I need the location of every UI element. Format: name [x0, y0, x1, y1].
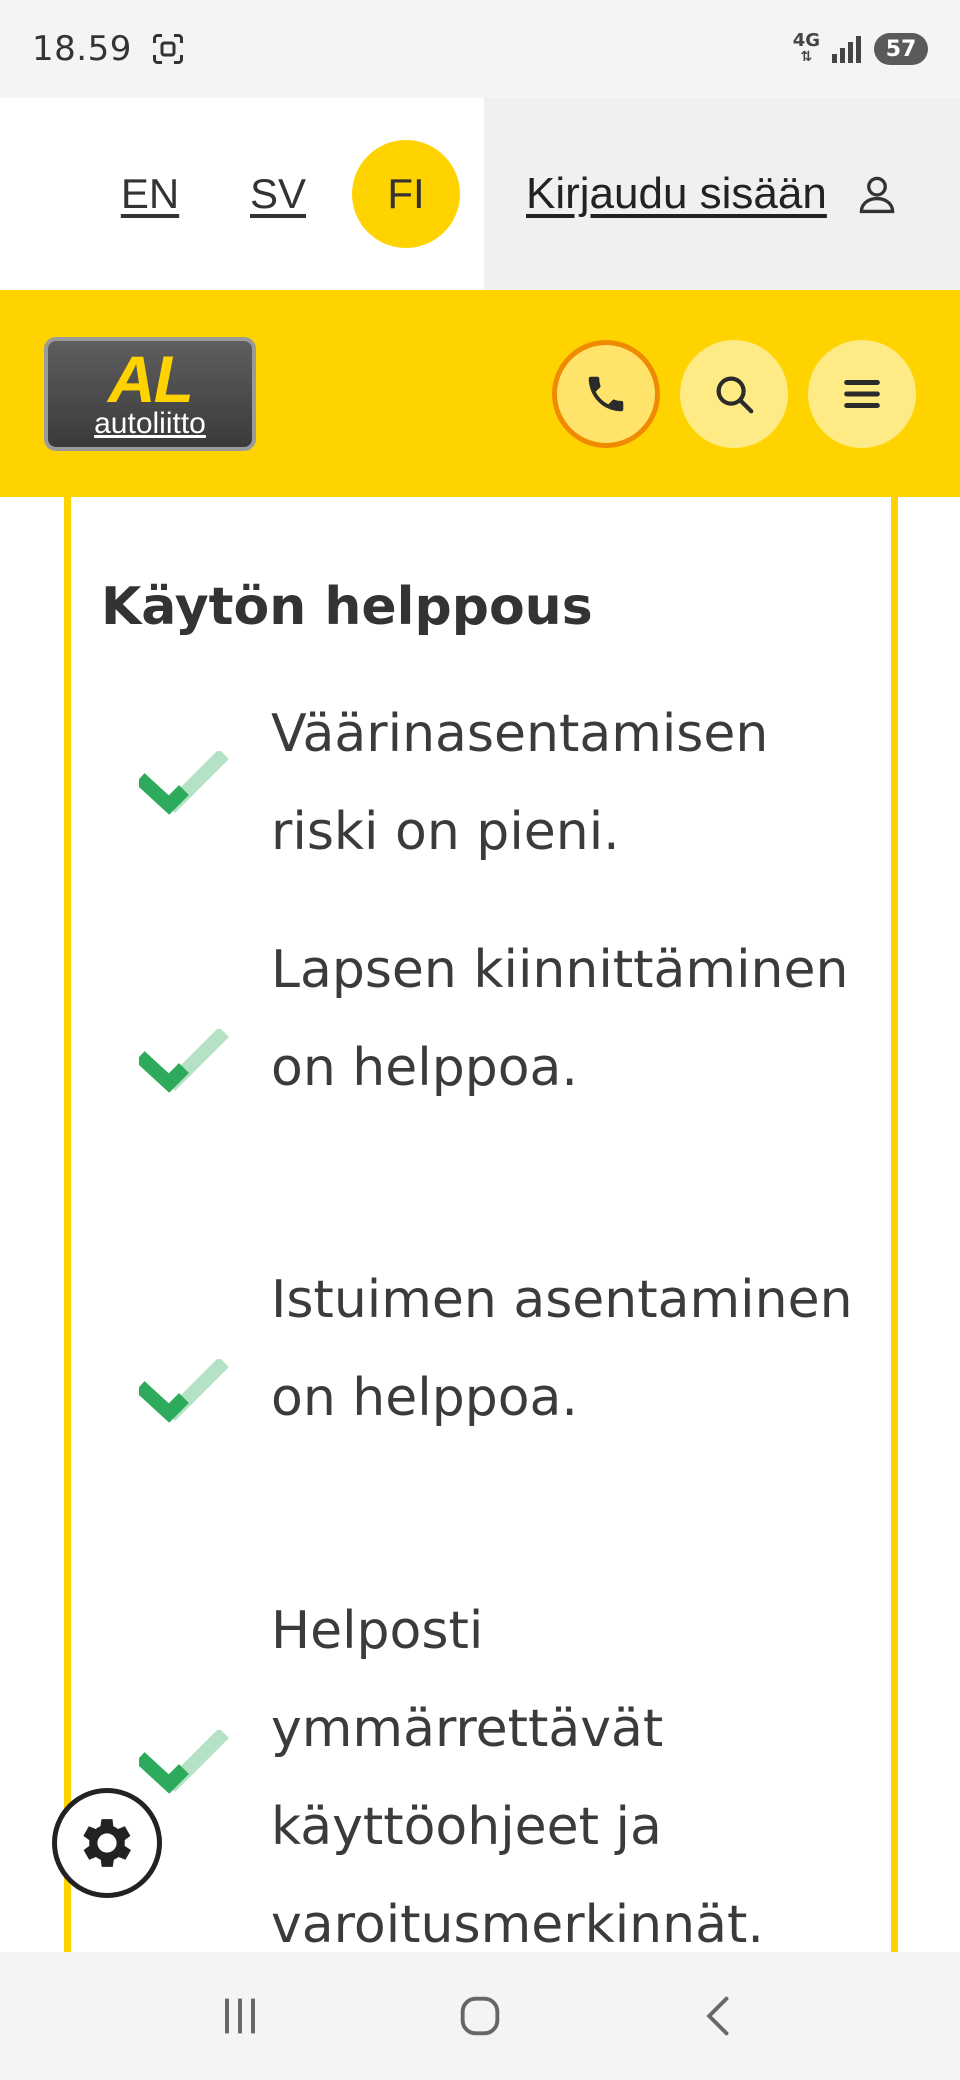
language-en[interactable]: EN: [96, 140, 204, 248]
feature-item: Istuimen asentaminen on helppoa.: [71, 1251, 891, 1545]
double-check-icon: [139, 1359, 229, 1423]
logo-mark: AL: [108, 341, 194, 416]
language-sv[interactable]: SV: [224, 140, 332, 248]
section-title: Käytön helppous: [101, 577, 593, 637]
home-icon: [460, 1996, 500, 2036]
system-navigation-bar: [0, 1952, 960, 2080]
language-login-bar: EN SV FI Kirjaudu sisään: [0, 98, 960, 290]
feature-item: Väärinasentamisen riski on pieni.: [71, 685, 891, 885]
feature-text: Väärinasentamisen riski on pieni.: [271, 704, 769, 862]
double-check-icon: [139, 1730, 229, 1794]
phone-icon: [588, 376, 624, 411]
main-header: AL autoliitto: [0, 290, 960, 497]
double-check-icon: [139, 1029, 229, 1093]
battery-indicator: 57: [874, 33, 928, 65]
language-switcher: EN SV FI: [0, 98, 484, 290]
phone-button[interactable]: [552, 339, 660, 448]
feature-item: Helposti ymmärrettävät käyttöohjeet ja v…: [71, 1582, 891, 1952]
feature-text: Lapsen kiinnittäminen on helppoa.: [271, 940, 849, 1098]
feature-text: Istuimen asentaminen on helppoa.: [271, 1270, 853, 1428]
network-type: 4G ⇅: [792, 30, 820, 66]
signal-icon: [832, 36, 861, 63]
home-button[interactable]: [450, 1986, 510, 2046]
double-check-icon: [139, 751, 229, 815]
language-fi[interactable]: FI: [352, 140, 460, 248]
back-button[interactable]: [690, 1986, 750, 2046]
screenshot-icon: [152, 34, 183, 64]
gear-icon: [83, 1819, 131, 1867]
recent-apps-icon: [225, 1998, 255, 2034]
menu-icon: [844, 379, 880, 408]
logo-text: autoliitto: [94, 406, 206, 440]
content-card: Käytön helppous Väärinasentamisen riski …: [64, 497, 898, 1952]
back-icon: [706, 1996, 729, 2036]
feature-text: Helposti ymmärrettävät käyttöohjeet ja v…: [271, 1601, 764, 1952]
status-indicators: 4G ⇅ 57: [792, 30, 928, 66]
status-bar: 18.59 4G ⇅ 57: [0, 0, 960, 98]
autoliitto-logo[interactable]: AL autoliitto: [44, 336, 256, 451]
search-button[interactable]: [680, 339, 788, 448]
recent-apps-button[interactable]: [210, 1986, 270, 2046]
menu-button[interactable]: [808, 339, 916, 448]
user-icon[interactable]: [855, 172, 899, 216]
header-actions: [552, 339, 916, 448]
feature-item: Lapsen kiinnittäminen on helppoa.: [71, 921, 891, 1215]
status-time: 18.59: [32, 29, 132, 69]
login-area: Kirjaudu sisään: [484, 98, 960, 290]
cookie-settings-button[interactable]: [52, 1788, 162, 1898]
login-link[interactable]: Kirjaudu sisään: [526, 169, 827, 219]
search-icon: [716, 376, 754, 413]
